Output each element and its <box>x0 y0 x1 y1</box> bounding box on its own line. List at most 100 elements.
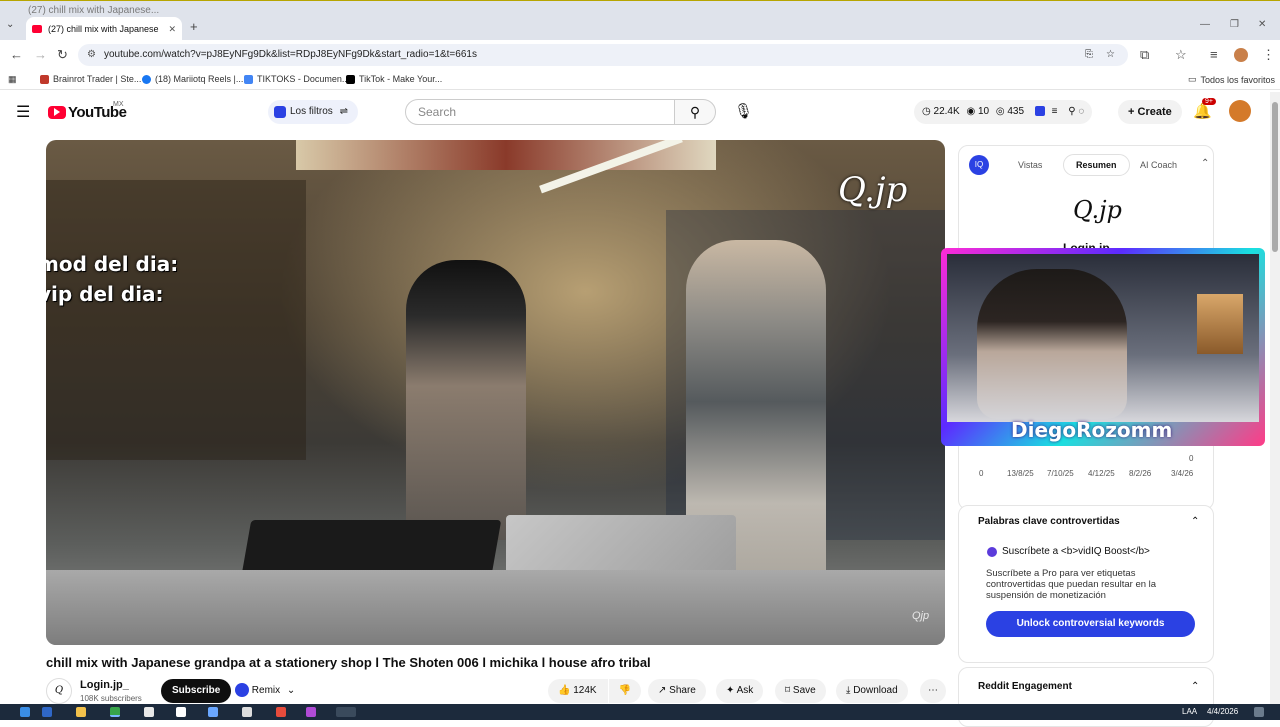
streamer-name: DiegoRozomm <box>1011 418 1173 442</box>
url-text: youtube.com/watch?v=pJ8EyNFg9Dk&list=RDp… <box>104 49 477 60</box>
save-button[interactable]: ⌑ Save <box>775 679 826 703</box>
eye-icon: ◉ <box>966 106 976 117</box>
channel-name[interactable]: Login.jp_ <box>80 679 129 691</box>
more-actions-button[interactable]: ⋯ <box>920 679 946 703</box>
window-close-icon[interactable]: ✕ <box>1258 19 1266 30</box>
chart-date: 13/8/25 <box>1007 469 1034 478</box>
all-bookmarks[interactable]: ▭ Todos los favoritos <box>1188 74 1275 85</box>
youtube-favicon-icon <box>32 25 42 33</box>
search-input[interactable]: Search <box>405 99 675 125</box>
chat-icon: ◌ <box>1078 106 1085 117</box>
notification-badge: 9+ <box>1202 98 1216 105</box>
tab-search-icon[interactable]: ⌄ <box>6 19 14 30</box>
microphone-icon[interactable]: 🎙 <box>734 102 753 120</box>
download-icon: ⤓ <box>846 685 851 696</box>
reddit-collapse-icon[interactable]: ⌃ <box>1191 681 1199 692</box>
bookmark-tiktok[interactable]: TikTok - Make Your... <box>346 74 442 84</box>
tab-close-icon[interactable]: ✕ <box>168 24 176 35</box>
reading-list-icon[interactable]: ≡ <box>1210 40 1218 70</box>
new-tab-icon[interactable]: + <box>190 19 198 34</box>
app-icon[interactable] <box>306 707 316 717</box>
url-field[interactable]: ⚙ youtube.com/watch?v=pJ8EyNFg9Dk&list=R… <box>78 44 1128 66</box>
tab-ai-coach[interactable]: AI Coach <box>1140 160 1177 170</box>
install-icon[interactable]: ⎘ <box>1085 44 1093 66</box>
tune-icon: ⇌ <box>339 106 348 117</box>
sparkle-icon: ✦ <box>726 685 735 696</box>
filters-button[interactable]: Los filtros ⇌ <box>268 100 358 124</box>
youtube-logo-icon[interactable] <box>48 106 66 119</box>
start-icon[interactable] <box>42 707 52 717</box>
thumbs-down-icon: 👎 <box>618 685 632 696</box>
tab-vistas[interactable]: Vistas <box>1018 160 1042 170</box>
controversial-collapse-icon[interactable]: ⌃ <box>1191 516 1199 527</box>
reddit-title: Reddit Engagement <box>978 681 1072 692</box>
reload-icon[interactable]: ↻ <box>57 40 68 70</box>
apps-icon[interactable]: ▦ <box>8 74 17 85</box>
menu-icon[interactable]: ⋮ <box>1262 40 1275 70</box>
app-icon[interactable] <box>242 707 252 717</box>
ask-button[interactable]: ✦ Ask <box>716 679 764 703</box>
tab-resumen[interactable]: Resumen <box>1063 154 1130 176</box>
extensions-icon[interactable]: ⧉ <box>1140 40 1149 70</box>
channel-avatar[interactable]: Q <box>46 678 72 704</box>
maximize-icon[interactable]: ❐ <box>1230 19 1239 30</box>
remix-dropdown-icon[interactable]: ⌄ <box>287 685 295 696</box>
shelf-left <box>46 180 306 460</box>
app-icon[interactable] <box>276 707 286 717</box>
share-button[interactable]: ↗ Share <box>648 679 706 703</box>
chrome-taskbar-icon[interactable] <box>110 707 120 717</box>
page-scrollbar[interactable] <box>1270 92 1280 704</box>
active-tab[interactable]: (27) chill mix with Japanese ✕ <box>26 17 182 41</box>
create-button[interactable]: + Create <box>1118 100 1182 124</box>
active-tab-title: (27) chill mix with Japanese <box>48 24 159 34</box>
region-code: MX <box>113 101 124 108</box>
unlock-keywords-button[interactable]: Unlock controversial keywords <box>986 611 1195 637</box>
vidiq-logo-icon[interactable]: IQ <box>969 155 989 175</box>
notification-center-icon[interactable] <box>1254 707 1264 717</box>
share-icon: ↗ <box>658 685 667 696</box>
bookmark-brainrot[interactable]: Brainrot Trader | Ste... <box>40 74 141 84</box>
bookmarks-bar: ▦ Brainrot Trader | Ste... (18) Mariiotq… <box>0 70 1280 90</box>
subscribe-button[interactable]: Subscribe <box>161 679 232 703</box>
collapse-icon[interactable]: ⌃ <box>1201 158 1209 169</box>
bookmark-reels[interactable]: (18) Mariiotq Reels |... <box>142 74 243 84</box>
vidiq-stats[interactable]: ◷ 22.4K ◉ 10 ◎ 435 ≡ ⚲ ◌ <box>914 100 1093 124</box>
profile-avatar[interactable] <box>1234 48 1248 62</box>
bookmark-star-icon[interactable]: ☆ <box>1106 44 1115 66</box>
site-info-icon[interactable]: ⚙ <box>87 44 96 66</box>
star-icon[interactable]: ☆ <box>1175 40 1187 70</box>
remix-button[interactable]: Remix ⌄ <box>235 679 295 703</box>
list-icon: ≡ <box>1051 106 1058 117</box>
channel-watermark: Q.jp <box>838 170 908 210</box>
back-icon[interactable]: ← <box>10 40 23 70</box>
account-avatar[interactable] <box>1229 100 1251 122</box>
brainrot-icon <box>40 74 49 84</box>
dislike-button[interactable]: 👎 <box>609 679 641 703</box>
bookmark-tiktoks-doc[interactable]: TIKTOKS - Documen... <box>244 74 349 84</box>
address-bar-row: ← → ↻ ⚙ youtube.com/watch?v=pJ8EyNFg9Dk&… <box>0 40 1280 70</box>
guide-menu-icon[interactable]: ☰ <box>16 102 30 122</box>
search-icon: ⚲ <box>689 104 701 120</box>
like-button[interactable]: 👍 124K <box>548 679 608 703</box>
chart-axis-zero: 0 <box>1189 454 1194 463</box>
system-date[interactable]: 4/4/2026 <box>1207 707 1238 716</box>
thumbs-up-icon: 👍 <box>558 685 571 696</box>
language-indicator[interactable]: LAA <box>1182 707 1197 716</box>
scrollbar-thumb[interactable] <box>1272 102 1278 252</box>
counter <box>46 570 945 645</box>
app-icon[interactable] <box>176 707 186 717</box>
subscriber-count: 108K subscribers <box>80 694 142 703</box>
search-button[interactable]: ⚲ <box>674 99 716 125</box>
minimize-icon[interactable]: — <box>1200 19 1210 30</box>
explorer-icon[interactable] <box>76 707 86 717</box>
facebook-icon <box>142 74 151 84</box>
video-title: chill mix with Japanese grandpa at a sta… <box>46 655 651 670</box>
windows-start-icon[interactable] <box>20 707 30 717</box>
video-player[interactable]: mod del dia: vip del dia: Q.jp Qjp <box>46 140 945 645</box>
app-icon[interactable] <box>144 707 154 717</box>
forward-icon[interactable]: → <box>34 40 47 70</box>
vidiq-badge-icon <box>1034 106 1045 117</box>
app-icon[interactable] <box>336 707 356 717</box>
app-icon[interactable] <box>208 707 218 717</box>
download-button[interactable]: ⤓ Download <box>836 679 908 703</box>
